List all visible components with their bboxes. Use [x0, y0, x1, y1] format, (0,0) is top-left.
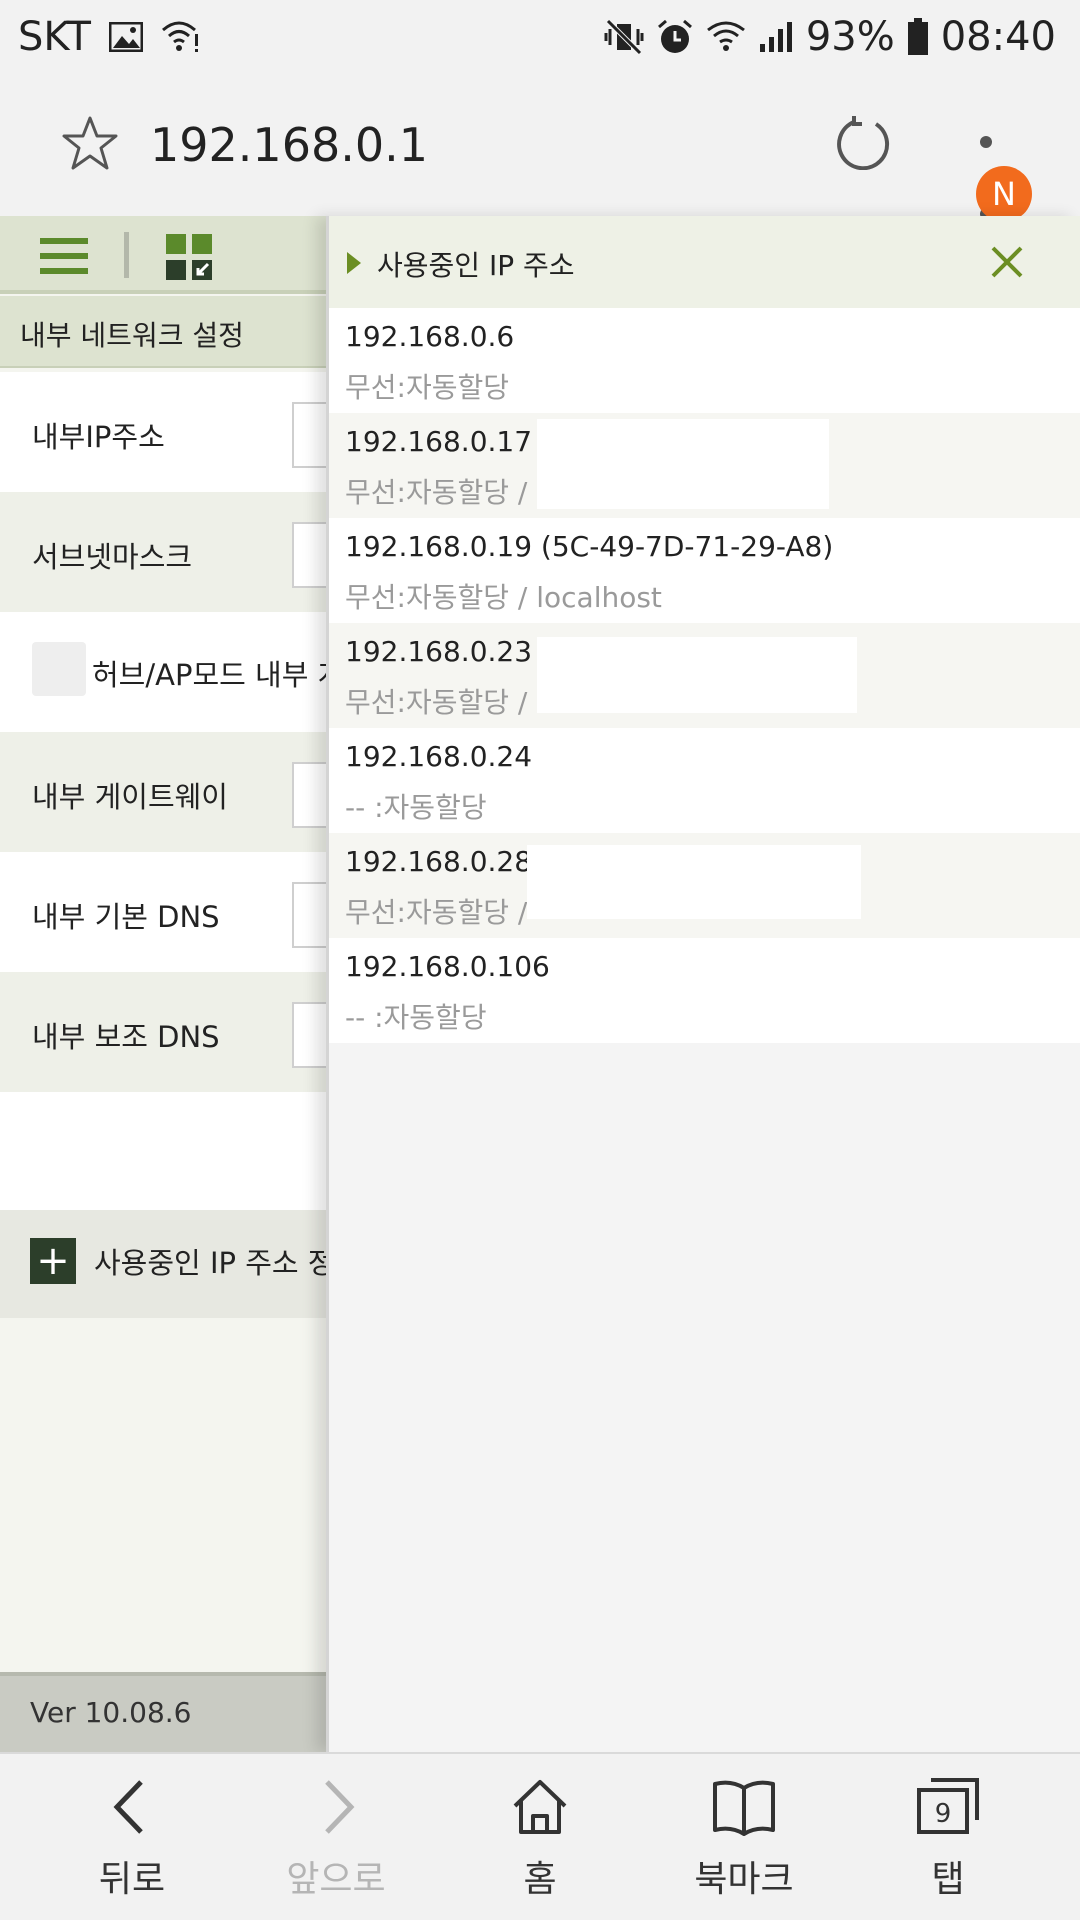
ip-address: 192.168.0.17 ( — [345, 425, 552, 458]
home-label: 홈 — [523, 1859, 557, 1900]
chevron-left-icon — [113, 1780, 143, 1834]
tabs-button[interactable]: 9 탭 — [848, 1772, 1048, 1920]
gateway-row: 내부 게이트웨이 — [0, 732, 330, 852]
vibrate-mute-icon — [604, 19, 644, 55]
avatar[interactable]: N — [976, 166, 1032, 222]
battery-icon — [907, 18, 928, 55]
secondary-dns-input[interactable] — [292, 1002, 330, 1068]
tabs-icon: 9 — [917, 1778, 979, 1834]
hub-ap-mode-label: 허브/AP모드 내부 게 — [92, 658, 330, 692]
ip-status-label: 사용중인 IP 주소 정 — [94, 1246, 330, 1280]
internal-ip-label: 내부IP주소 — [32, 420, 165, 454]
signal-icon — [759, 22, 792, 52]
bookmark-star-icon[interactable] — [60, 114, 120, 174]
internal-ip-input[interactable] — [292, 402, 330, 468]
home-icon — [513, 1780, 567, 1834]
redaction-box — [537, 419, 829, 509]
ip-in-use-panel: 사용중인 IP 주소 192.168.0.6 무선:자동할당 192.168.0… — [326, 216, 1080, 1752]
back-button[interactable]: 뒤로 — [32, 1772, 232, 1920]
ip-address: 192.168.0.106 — [345, 950, 550, 983]
gateway-label: 내부 게이트웨이 — [32, 780, 228, 814]
list-item[interactable]: 192.168.0.106 -- :자동할당 — [329, 938, 1080, 1043]
list-item[interactable]: 192.168.0.23 ( 무선:자동할당 / — [329, 623, 1080, 728]
ip-address: 192.168.0.6 — [345, 320, 515, 353]
chevron-right-icon — [325, 1780, 355, 1834]
tiles-view-icon[interactable] — [166, 234, 214, 280]
browser-screen: SKT 93% 08:40 192.168.0.1 N 내부 네트워크 설정 내… — [0, 0, 1080, 1920]
hub-ap-mode-row: 허브/AP모드 내부 게 — [0, 612, 330, 732]
tabs-label: 탭 — [931, 1859, 965, 1900]
ip-assignment: -- :자동할당 — [345, 791, 487, 824]
ip-address: 192.168.0.24 — [345, 740, 533, 773]
list-item[interactable]: 192.168.0.6 무선:자동할당 — [329, 308, 1080, 413]
ip-address: 192.168.0.19 (5C-49-7D-71-29-A8) — [345, 530, 834, 563]
image-icon — [108, 22, 143, 52]
version-label: Ver 10.08.6 — [0, 1672, 330, 1752]
triangle-bullet-icon — [347, 252, 361, 274]
ip-status-toggle[interactable]: + 사용중인 IP 주소 정 — [0, 1210, 330, 1318]
expand-plus-icon: + — [30, 1238, 76, 1284]
carrier-label: SKT — [18, 14, 91, 60]
list-item[interactable]: 192.168.0.17 ( 무선:자동할당 / — [329, 413, 1080, 518]
ip-assignment: 무선:자동할당 / — [345, 476, 528, 509]
status-bar: SKT 93% 08:40 — [0, 0, 1080, 74]
wifi-alert-icon — [161, 21, 198, 52]
address-bar: 192.168.0.1 N — [0, 74, 1080, 222]
ip-assignment: 무선:자동할당 / localhost — [345, 581, 662, 614]
router-settings-page: 내부 네트워크 설정 내부IP주소 서브넷마스크 허브/AP모드 내부 게 내부… — [0, 216, 330, 1752]
hub-ap-mode-checkbox[interactable] — [32, 642, 86, 696]
alarm-icon — [657, 19, 692, 53]
toolbar-divider — [124, 232, 129, 278]
clock: 08:40 — [940, 14, 1056, 60]
redaction-box — [537, 637, 857, 713]
ip-assignment: 무선:자동할당 — [345, 371, 509, 404]
internal-ip-row: 내부IP주소 — [0, 372, 330, 492]
bookmarks-label: 북마크 — [694, 1859, 794, 1900]
forward-label: 앞으로 — [286, 1859, 386, 1900]
reload-icon[interactable] — [836, 114, 892, 170]
bottom-navigation: 뒤로 앞으로 홈 북마크 9 탭 — [0, 1752, 1080, 1920]
list-item[interactable]: 192.168.0.28 무선:자동할당 / — [329, 833, 1080, 938]
home-button[interactable]: 홈 — [440, 1772, 640, 1920]
blank-row — [0, 1092, 330, 1212]
ip-address: 192.168.0.28 — [345, 845, 533, 878]
ip-assignment: -- :자동할당 — [345, 1001, 487, 1034]
book-icon — [713, 1780, 775, 1836]
bookmarks-button[interactable]: 북마크 — [644, 1772, 844, 1920]
panel-header: 사용중인 IP 주소 — [329, 216, 1080, 308]
subnet-mask-row: 서브넷마스크 — [0, 492, 330, 612]
wifi-icon — [706, 21, 745, 51]
list-item[interactable]: 192.168.0.24 -- :자동할당 — [329, 728, 1080, 833]
ip-assignment: 무선:자동할당 / — [345, 686, 528, 719]
back-label: 뒤로 — [98, 1859, 166, 1900]
section-title: 내부 네트워크 설정 — [0, 296, 330, 368]
page-toolbar — [0, 216, 330, 294]
panel-title: 사용중인 IP 주소 — [377, 249, 575, 282]
url-field[interactable]: 192.168.0.1 — [150, 118, 428, 172]
close-icon[interactable] — [987, 242, 1027, 282]
ip-address: 192.168.0.23 ( — [345, 635, 552, 668]
ip-assignment: 무선:자동할당 / — [345, 896, 528, 929]
secondary-dns-row: 내부 보조 DNS — [0, 972, 330, 1092]
primary-dns-label: 내부 기본 DNS — [32, 900, 220, 934]
battery-percent: 93% — [805, 14, 895, 60]
forward-button[interactable]: 앞으로 — [236, 1772, 436, 1920]
secondary-dns-label: 내부 보조 DNS — [32, 1020, 220, 1054]
subnet-mask-label: 서브넷마스크 — [32, 540, 193, 574]
primary-dns-input[interactable] — [292, 882, 330, 948]
tab-count: 9 — [935, 1799, 952, 1829]
primary-dns-row: 내부 기본 DNS — [0, 852, 330, 972]
list-item[interactable]: 192.168.0.19 (5C-49-7D-71-29-A8) 무선:자동할당… — [329, 518, 1080, 623]
subnet-mask-input[interactable] — [292, 522, 330, 588]
hamburger-menu-icon[interactable] — [40, 236, 88, 276]
redaction-box — [527, 845, 861, 919]
gateway-input[interactable] — [292, 762, 330, 828]
